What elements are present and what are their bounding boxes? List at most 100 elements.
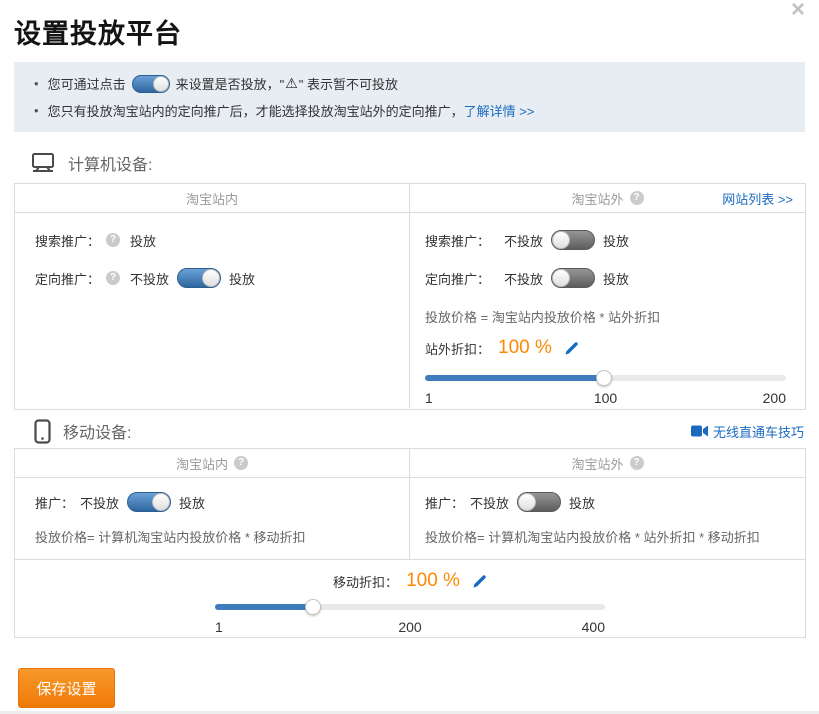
offsite-target-row: 定向推广： 不投放 投放	[425, 267, 786, 289]
computer-onsite-target-toggle[interactable]	[177, 268, 221, 288]
mobile-slider-wrap: 1 200 400	[215, 604, 605, 637]
help-icon[interactable]	[630, 191, 644, 205]
slider-mid-label: 100	[594, 390, 617, 406]
column-title: 淘宝站内	[186, 189, 238, 208]
offsite-price-formula: 投放价格 = 淘宝站内投放价格 * 站外折扣	[425, 307, 786, 325]
edit-pencil-icon[interactable]	[472, 574, 487, 589]
computer-onsite-cell: 搜索推广： 投放 定向推广： 不投放 投放	[15, 213, 410, 408]
mobile-onsite-toggle[interactable]	[127, 492, 171, 512]
help-icon[interactable]	[106, 271, 120, 285]
slider-knob[interactable]	[596, 370, 612, 386]
discount-label: 站外折扣：	[425, 339, 490, 358]
off-label: 不投放	[130, 269, 169, 288]
page-title: 设置投放平台	[14, 12, 182, 51]
toggle-knob	[552, 269, 570, 287]
column-title: 淘宝站外	[571, 454, 623, 473]
slider-fill	[215, 604, 313, 610]
row-label: 推广：	[35, 493, 74, 512]
mobile-table-header: 淘宝站内 淘宝站外	[15, 449, 805, 478]
notice-text: 您可通过点击	[48, 74, 126, 93]
off-label: 不投放	[80, 493, 119, 512]
slider-mid-label: 200	[398, 619, 421, 635]
offsite-discount-slider[interactable]	[425, 375, 786, 381]
computer-offsite-header: 淘宝站外 网站列表 >>	[410, 184, 805, 212]
slider-min-label: 1	[425, 390, 433, 406]
notice-text: 您只有投放淘宝站内的定向推广后，才能选择投放淘宝站外的定向推广，	[48, 101, 464, 120]
off-label: 不投放	[470, 493, 509, 512]
offsite-discount-row: 站外折扣： 100 %	[425, 335, 786, 361]
computer-table-header: 淘宝站内 淘宝站外 网站列表 >>	[15, 184, 805, 213]
save-settings-button[interactable]: 保存设置	[18, 668, 115, 708]
mobile-onsite-promo-row: 推广： 不投放 投放	[35, 491, 389, 513]
mobile-offsite-toggle[interactable]	[517, 492, 561, 512]
wireless-tips-link[interactable]: 无线直通车技巧	[713, 422, 804, 441]
computer-table-body: 搜索推广： 投放 定向推广： 不投放 投放 搜索推广： 不投放 投放	[15, 213, 805, 408]
mobile-offsite-header: 淘宝站外	[410, 449, 805, 477]
computer-offsite-cell: 搜索推广： 不投放 投放 定向推广： 不投放 投放 投放价格 = 淘宝站内投放价…	[410, 213, 805, 408]
notice-text: 来设置是否投放，"	[176, 74, 285, 93]
demo-toggle[interactable]	[132, 75, 170, 93]
onsite-search-row: 搜索推广： 投放	[35, 229, 389, 251]
discount-value: 100 %	[498, 337, 552, 359]
help-icon[interactable]	[234, 456, 248, 470]
on-label: 投放	[179, 493, 205, 512]
site-list-link[interactable]: 网站列表 >>	[722, 189, 793, 208]
notice-line-1: • 您可通过点击 来设置是否投放，" ⚠ " 表示暂不可投放	[26, 70, 787, 97]
bullet-icon: •	[34, 76, 39, 91]
mobile-discount-row: 移动折扣： 100 %	[15, 568, 805, 594]
computer-offsite-target-toggle[interactable]	[551, 268, 595, 288]
mobile-onsite-formula: 投放价格= 计算机淘宝站内投放价格 * 移动折扣	[35, 527, 389, 545]
warning-icon: ⚠	[285, 75, 298, 92]
off-label: 不投放	[504, 231, 543, 250]
discount-value: 100 %	[406, 570, 460, 592]
slider-labels: 1 200 400	[215, 619, 605, 637]
slider-labels: 1 100 200	[425, 390, 786, 408]
off-label: 不投放	[504, 269, 543, 288]
close-icon[interactable]: ×	[791, 0, 805, 22]
delivery-state: 投放	[130, 231, 156, 250]
mobile-discount-row-container: 移动折扣： 100 % 1 200 400	[15, 559, 805, 636]
computer-offsite-search-toggle[interactable]	[551, 230, 595, 250]
row-label: 定向推广：	[425, 269, 490, 288]
slider-knob[interactable]	[305, 599, 321, 615]
edit-pencil-icon[interactable]	[564, 341, 579, 356]
mobile-offsite-promo-row: 推广： 不投放 投放	[425, 491, 786, 513]
discount-label: 移动折扣：	[333, 572, 398, 591]
row-label: 搜索推广：	[425, 231, 490, 250]
slider-min-label: 1	[215, 619, 223, 635]
notice-text: " 表示暂不可投放	[299, 74, 398, 93]
toggle-knob	[152, 493, 170, 511]
mobile-section-label: 移动设备:	[63, 419, 131, 443]
mobile-discount-slider[interactable]	[215, 604, 605, 610]
slider-max-label: 400	[582, 619, 605, 635]
computer-section-label: 计算机设备:	[68, 151, 152, 175]
mobile-onsite-cell: 推广： 不投放 投放 投放价格= 计算机淘宝站内投放价格 * 移动折扣	[15, 478, 410, 559]
learn-more-link[interactable]: 了解详情 >>	[464, 101, 535, 120]
wireless-tips: 无线直通车技巧	[691, 422, 804, 441]
computer-onsite-header: 淘宝站内	[15, 184, 410, 212]
mobile-table-body: 推广： 不投放 投放 投放价格= 计算机淘宝站内投放价格 * 移动折扣 推广： …	[15, 478, 805, 559]
onsite-target-row: 定向推广： 不投放 投放	[35, 267, 389, 289]
help-icon[interactable]	[106, 233, 120, 247]
mobile-offsite-formula: 投放价格= 计算机淘宝站内投放价格 * 站外折扣 * 移动折扣	[425, 527, 786, 545]
set-platform-dialog: × 设置投放平台 • 您可通过点击 来设置是否投放，" ⚠ " 表示暂不可投放 …	[0, 0, 819, 714]
slider-fill	[425, 375, 604, 381]
notice-line-2: • 您只有投放淘宝站内的定向推广后，才能选择投放淘宝站外的定向推广， 了解详情 …	[26, 97, 787, 124]
toggle-knob	[153, 76, 169, 92]
on-label: 投放	[603, 269, 629, 288]
row-label: 推广：	[425, 493, 464, 512]
slider-max-label: 200	[763, 390, 786, 406]
computer-icon	[30, 152, 56, 174]
mobile-offsite-cell: 推广： 不投放 投放 投放价格= 计算机淘宝站内投放价格 * 站外折扣 * 移动…	[410, 478, 805, 559]
bullet-icon: •	[34, 103, 39, 118]
help-icon[interactable]	[630, 456, 644, 470]
on-label: 投放	[229, 269, 255, 288]
computer-table: 淘宝站内 淘宝站外 网站列表 >> 搜索推广： 投放 定向推广： 不投放	[14, 183, 806, 410]
video-icon	[691, 425, 708, 437]
offsite-search-row: 搜索推广： 不投放 投放	[425, 229, 786, 251]
toggle-knob	[202, 269, 220, 287]
mobile-section-header: 移动设备: 无线直通车技巧	[14, 415, 806, 447]
column-title: 淘宝站内	[176, 454, 228, 473]
toggle-knob	[518, 493, 536, 511]
notice-box: • 您可通过点击 来设置是否投放，" ⚠ " 表示暂不可投放 • 您只有投放淘宝…	[14, 62, 805, 132]
